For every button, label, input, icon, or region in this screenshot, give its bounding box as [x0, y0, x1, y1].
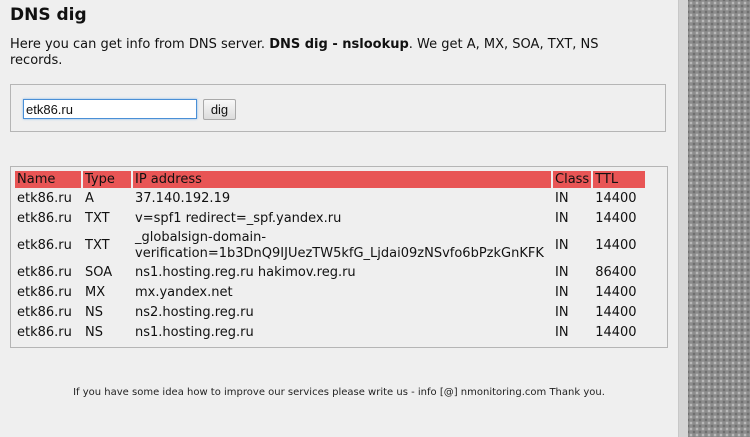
- footer-text: If you have some idea how to improve our…: [73, 387, 605, 398]
- intro-bold: DNS dig - nslookup: [269, 37, 409, 52]
- cell-name: etk86.ru: [17, 305, 72, 320]
- table-row: etk86.ru NS ns1.hosting.reg.ru IN 14400: [15, 324, 645, 342]
- textured-sidebar: [688, 0, 750, 437]
- cell-ip: mx.yandex.net: [135, 285, 233, 300]
- page-title: DNS dig: [10, 5, 87, 25]
- cell-ip: ns1.hosting.reg.ru hakimov.reg.ru: [135, 265, 356, 280]
- domain-input[interactable]: [23, 99, 197, 119]
- cell-ttl: 14400: [595, 238, 637, 253]
- cell-class: IN: [555, 325, 569, 340]
- header-class: Class: [553, 171, 592, 188]
- cell-class: IN: [555, 285, 569, 300]
- cell-ttl: 14400: [595, 305, 637, 320]
- cell-ip: ns2.hosting.reg.ru: [135, 305, 254, 320]
- intro-text: Here you can get info from DNS server. D…: [10, 37, 650, 69]
- cell-class: IN: [555, 191, 569, 206]
- results-panel: Name Type IP address Class TTL etk86.ru …: [10, 166, 668, 348]
- dns-results-table: Name Type IP address Class TTL etk86.ru …: [13, 169, 647, 344]
- cell-name: etk86.ru: [17, 265, 72, 280]
- cell-class: IN: [555, 211, 569, 226]
- table-header-row: Name Type IP address Class TTL: [15, 171, 646, 188]
- cell-ttl: 14400: [595, 325, 637, 340]
- table-row: etk86.ru TXT _globalsign-domain- verific…: [15, 230, 645, 262]
- sidebar-divider: [678, 0, 688, 437]
- cell-type: A: [85, 191, 94, 206]
- cell-ttl: 14400: [595, 211, 637, 226]
- cell-type: NS: [85, 305, 103, 320]
- table-row: etk86.ru A 37.140.192.19 IN 14400: [15, 190, 645, 208]
- header-ip: IP address: [133, 171, 551, 188]
- cell-class: IN: [555, 238, 569, 253]
- cell-ttl: 14400: [595, 285, 637, 300]
- intro-prefix: Here you can get info from DNS server.: [10, 37, 270, 52]
- cell-name: etk86.ru: [17, 285, 72, 300]
- header-ttl: TTL: [593, 171, 646, 188]
- cell-ip: ns1.hosting.reg.ru: [135, 325, 254, 340]
- cell-ttl: 14400: [595, 191, 637, 206]
- table-row: etk86.ru NS ns2.hosting.reg.ru IN 14400: [15, 304, 645, 322]
- cell-ip: v=spf1 redirect=_spf.yandex.ru: [135, 211, 342, 226]
- dig-button[interactable]: dig: [203, 99, 236, 120]
- cell-name: etk86.ru: [17, 238, 72, 253]
- cell-name: etk86.ru: [17, 211, 72, 226]
- cell-ip: _globalsign-domain- verification=1b3DnQ9…: [135, 230, 544, 261]
- table-row: etk86.ru SOA ns1.hosting.reg.ru hakimov.…: [15, 264, 645, 282]
- cell-ttl: 86400: [595, 265, 637, 280]
- table-row: etk86.ru MX mx.yandex.net IN 14400: [15, 284, 645, 302]
- cell-class: IN: [555, 305, 569, 320]
- dig-form: dig: [10, 84, 666, 132]
- cell-type: TXT: [85, 238, 110, 253]
- cell-class: IN: [555, 265, 569, 280]
- cell-type: SOA: [85, 265, 113, 280]
- table-row: etk86.ru TXT v=spf1 redirect=_spf.yandex…: [15, 210, 645, 228]
- header-type: Type: [83, 171, 131, 188]
- cell-type: MX: [85, 285, 106, 300]
- cell-name: etk86.ru: [17, 191, 72, 206]
- cell-type: TXT: [85, 211, 110, 226]
- cell-name: etk86.ru: [17, 325, 72, 340]
- main-content: DNS dig Here you can get info from DNS s…: [0, 0, 678, 437]
- cell-ip: 37.140.192.19: [135, 191, 231, 206]
- cell-type: NS: [85, 325, 103, 340]
- header-name: Name: [15, 171, 81, 188]
